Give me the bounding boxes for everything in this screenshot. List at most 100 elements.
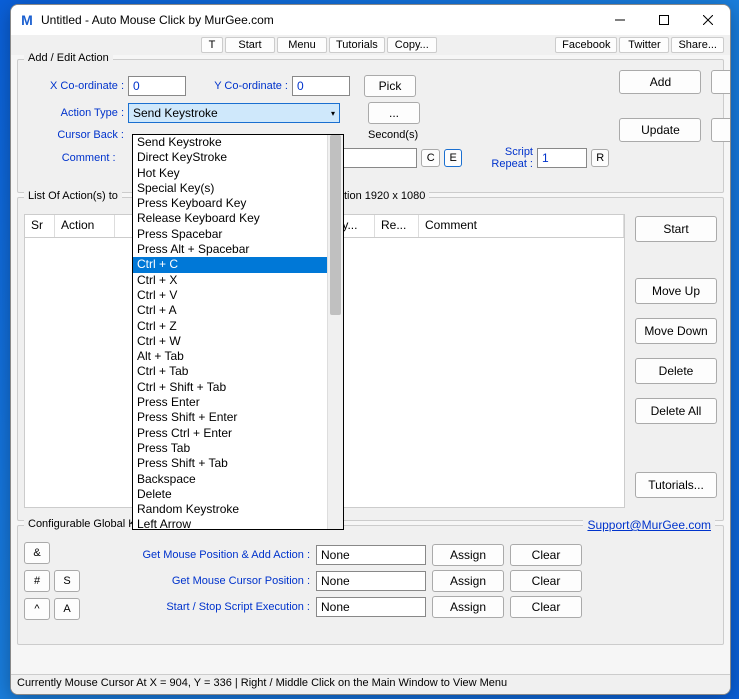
delete-button[interactable]: Delete [635,358,717,384]
dropdown-option[interactable]: Direct KeyStroke [133,150,343,165]
close-button[interactable] [686,5,730,35]
ycoord-label: Y Co-ordinate : [190,80,288,92]
version-text: v99.1.4 [594,549,731,561]
minimize-button[interactable] [598,5,642,35]
dropdown-option[interactable]: Random Keystroke [133,502,343,517]
row1-label: Get Mouse Position & Add Action : [80,549,310,561]
col-re[interactable]: Re... [375,215,419,237]
row2-clear[interactable]: Clear [510,570,582,592]
col-comment[interactable]: Comment [419,215,624,237]
start-button[interactable]: Start [225,37,275,53]
actiontype-dropdown[interactable]: Send KeystrokeDirect KeyStrokeHot KeySpe… [132,134,344,530]
add-button[interactable]: Add [619,70,701,94]
chevron-down-icon: ▾ [331,109,335,118]
row2-assign[interactable]: Assign [432,570,504,592]
comment-label: Comment : [24,152,116,164]
tutorials-button[interactable]: Tutorials [329,37,385,53]
save-button[interactable]: Save [711,118,731,142]
dropdown-option[interactable]: Press Spacebar [133,227,343,242]
caret-button[interactable]: ^ [24,598,50,620]
row3-input[interactable] [316,597,426,617]
dropdown-option[interactable]: Ctrl + V [133,288,343,303]
r-button[interactable]: R [591,149,609,167]
panel-legend: Add / Edit Action [24,52,113,64]
update-button[interactable]: Update [619,118,701,142]
dropdown-option[interactable]: Delete [133,487,343,502]
dropdown-option[interactable]: Press Enter [133,395,343,410]
window-title: Untitled - Auto Mouse Click by MurGee.co… [41,13,598,27]
row1-assign[interactable]: Assign [432,544,504,566]
row2-label: Get Mouse Cursor Position : [80,575,310,587]
deleteall-button[interactable]: Delete All [635,398,717,424]
amp-button[interactable]: & [24,542,50,564]
list-tutorials-button[interactable]: Tutorials... [635,472,717,498]
c-button[interactable]: C [421,149,439,167]
dropdown-option[interactable]: Special Key(s) [133,181,343,196]
seconds-label: Second(s) [368,129,438,141]
share-button[interactable]: Share... [671,37,724,53]
a-button[interactable]: A [54,598,80,620]
xcoord-input[interactable] [128,76,186,96]
dropdown-option[interactable]: Hot Key [133,166,343,181]
dropdown-option[interactable]: Ctrl + C [133,257,343,272]
dropdown-option[interactable]: Press Ctrl + Enter [133,426,343,441]
row2-input[interactable] [316,571,426,591]
status-bar: Currently Mouse Cursor At X = 904, Y = 3… [11,674,730,694]
dropdown-option[interactable]: Send Keystroke [133,135,343,150]
dropdown-option[interactable]: Ctrl + W [133,334,343,349]
actiontype-combo[interactable]: Send Keystroke ▾ [128,103,340,123]
cursorback-label: Cursor Back : [24,129,124,141]
dropdown-option[interactable]: Press Shift + Enter [133,410,343,425]
script-repeat-label: Script Repeat : [466,146,533,170]
actiontype-label: Action Type : [24,107,124,119]
e-button[interactable]: E [444,149,462,167]
dropdown-option[interactable]: Press Keyboard Key [133,196,343,211]
shortcut-panel: Configurable Global Keyboard Shortcut Ke… [17,525,724,645]
hash-button[interactable]: # [24,570,50,592]
row1-clear[interactable]: Clear [510,544,582,566]
ycoord-input[interactable] [292,76,350,96]
dropdown-option[interactable]: Ctrl + A [133,303,343,318]
actiontype-value: Send Keystroke [133,106,218,120]
dropdown-option[interactable]: Ctrl + Z [133,319,343,334]
dropdown-option[interactable]: Press Tab [133,441,343,456]
maximize-button[interactable] [642,5,686,35]
list-start-button[interactable]: Start [635,216,717,242]
app-icon: M [19,12,35,28]
dropdown-option[interactable]: Ctrl + Shift + Tab [133,380,343,395]
row3-clear[interactable]: Clear [510,596,582,618]
add-edit-action-panel: Add / Edit Action X Co-ordinate : Y Co-o… [17,59,724,193]
twitter-button[interactable]: Twitter [619,37,669,53]
dropdown-option[interactable]: Ctrl + Tab [133,364,343,379]
dropdown-option[interactable]: Backspace [133,472,343,487]
dropdown-option[interactable]: Ctrl + X [133,273,343,288]
dropdown-option[interactable]: Press Alt + Spacebar [133,242,343,257]
script-repeat-input[interactable] [537,148,587,168]
xcoord-label: X Co-ordinate : [24,80,124,92]
row1-input[interactable] [316,545,426,565]
dropdown-option[interactable]: Press Shift + Tab [133,456,343,471]
dropdown-option[interactable]: Left Arrow [133,517,343,530]
menu-button[interactable]: Menu [277,37,327,53]
s-button[interactable]: S [54,570,80,592]
t-button[interactable]: T [201,37,223,53]
dots-button[interactable]: ... [368,102,420,124]
col-sr[interactable]: Sr [25,215,55,237]
app-window: M Untitled - Auto Mouse Click by MurGee.… [10,4,731,695]
dropdown-option[interactable]: Alt + Tab [133,349,343,364]
scrollbar-thumb[interactable] [330,135,341,315]
load-button[interactable]: Load [711,70,731,94]
dropdown-scrollbar[interactable] [327,135,343,529]
support-link[interactable]: Support@MurGee.com [583,518,715,532]
facebook-button[interactable]: Facebook [555,37,617,53]
movedown-button[interactable]: Move Down [635,318,717,344]
col-action[interactable]: Action [55,215,115,237]
resolution-text: tion 1920 x 1080 [340,190,429,202]
action-list-panel: List Of Action(s) to tion 1920 x 1080 Sr… [17,197,724,521]
copy-button[interactable]: Copy... [387,37,437,53]
pick-button[interactable]: Pick [364,75,416,97]
dropdown-option[interactable]: Release Keyboard Key [133,211,343,226]
row3-assign[interactable]: Assign [432,596,504,618]
titlebar[interactable]: M Untitled - Auto Mouse Click by MurGee.… [11,5,730,35]
moveup-button[interactable]: Move Up [635,278,717,304]
